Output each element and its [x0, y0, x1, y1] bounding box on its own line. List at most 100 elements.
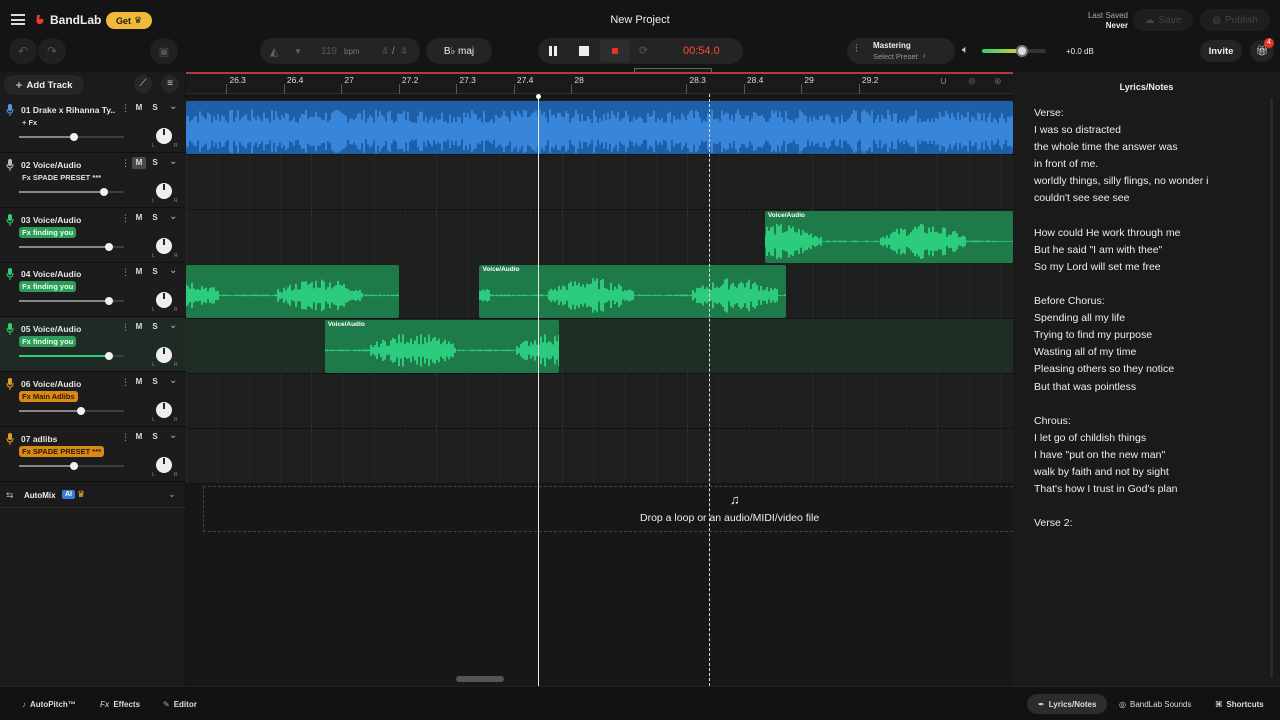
shortcuts-button[interactable]: ⌘ Shortcuts: [1215, 696, 1264, 712]
solo-button[interactable]: S: [148, 157, 162, 169]
timeline-ruler[interactable]: 26.3 26.4 27 27.2 27.3 27.4 28 28.3 28.4 29 29.2 ∪…: [186, 72, 1013, 94]
menu-icon[interactable]: [11, 14, 25, 25]
fit-view-button[interactable]: ▣: [150, 38, 178, 64]
mute-button[interactable]: M: [132, 212, 146, 224]
volume-slider-knob[interactable]: [100, 187, 109, 196]
track-name[interactable]: 06 Voice/Audio: [21, 379, 115, 389]
add-track-button[interactable]: + Add Track: [4, 75, 84, 95]
chevron-down-icon[interactable]: ⌄: [169, 101, 177, 112]
track-name[interactable]: 04 Voice/Audio: [21, 269, 115, 279]
master-volume-knob[interactable]: [1015, 45, 1028, 57]
undo-button[interactable]: ↶: [9, 38, 37, 64]
track-lane[interactable]: [186, 428, 1013, 484]
fx-badge[interactable]: + Fx: [19, 117, 40, 128]
track-options-icon[interactable]: ⋮: [121, 377, 130, 388]
automix-row[interactable]: ⇆ AutoMix AI ♛ ⌄: [0, 484, 186, 508]
volume-slider-knob[interactable]: [105, 242, 114, 251]
track-volume-slider[interactable]: [19, 133, 124, 141]
volume-slider-knob[interactable]: [69, 461, 78, 470]
mute-button[interactable]: M: [132, 266, 146, 278]
track-settings-button[interactable]: ≡: [161, 75, 179, 93]
fx-badge[interactable]: Fx Main Adlibs: [19, 391, 78, 402]
track-name[interactable]: 05 Voice/Audio: [21, 324, 115, 334]
panel-scrollbar[interactable]: [1270, 98, 1273, 678]
track-options-icon[interactable]: ⋮: [121, 103, 130, 114]
track-name[interactable]: 02 Voice/Audio: [21, 160, 115, 170]
stop-button[interactable]: [579, 46, 589, 56]
bandlab-sounds-button[interactable]: ◎ BandLab Sounds: [1119, 696, 1191, 712]
pause-button[interactable]: [548, 46, 558, 56]
track-volume-slider[interactable]: [19, 187, 124, 196]
mastering-button[interactable]: ⫶ Mastering Select Preset ›: [847, 38, 955, 64]
horizontal-scrollbar[interactable]: [456, 676, 504, 682]
pan-knob[interactable]: [156, 182, 172, 199]
fx-badge[interactable]: Fx finding you: [19, 281, 77, 293]
track-header[interactable]: 06 Voice/Audio ⋮ M S ⌄ Fx Main Adlibs L …: [0, 373, 186, 427]
pan-knob[interactable]: [156, 347, 172, 364]
mute-button[interactable]: M: [132, 156, 146, 169]
track-header[interactable]: 04 Voice/Audio ⋮ M S ⌄ Fx finding you L …: [0, 263, 186, 318]
track-options-icon[interactable]: ⋮: [121, 432, 130, 443]
solo-button[interactable]: S: [148, 321, 162, 333]
track-lane[interactable]: [186, 319, 1013, 375]
mute-button[interactable]: M: [132, 376, 146, 388]
invite-button[interactable]: Invite: [1200, 40, 1242, 62]
chevron-down-icon[interactable]: ⌄: [169, 375, 177, 386]
snap-magnet-button[interactable]: ∪: [940, 76, 947, 87]
volume-slider-knob[interactable]: [105, 352, 114, 361]
effects-button[interactable]: Fx Effects: [100, 696, 140, 712]
save-button[interactable]: ☁ Save: [1133, 9, 1193, 31]
track-header[interactable]: 05 Voice/Audio ⋮ M S ⌄ Fx finding you L …: [0, 318, 186, 373]
audio-clip[interactable]: Voice/Audio: [324, 320, 560, 373]
metronome-icon[interactable]: ◭: [270, 45, 278, 58]
key-selector[interactable]: B♭ maj: [426, 38, 492, 64]
zoom-in-button[interactable]: ⊕: [994, 76, 1002, 87]
redo-button[interactable]: ↷: [38, 38, 66, 64]
pan-knob[interactable]: [156, 456, 172, 473]
track-options-icon[interactable]: ⋮: [121, 267, 130, 278]
chevron-down-icon[interactable]: ⌄: [169, 320, 177, 331]
chevron-down-icon[interactable]: ⌄: [168, 489, 176, 500]
track-volume-slider[interactable]: [19, 461, 124, 470]
audio-clip[interactable]: [186, 101, 1013, 154]
audio-clip[interactable]: Voice/Audio: [479, 265, 787, 319]
time-sig-numerator[interactable]: 4: [382, 46, 388, 57]
track-options-icon[interactable]: ⋮: [121, 322, 130, 333]
solo-button[interactable]: S: [148, 431, 162, 443]
record-button[interactable]: [600, 40, 630, 62]
fx-badge[interactable]: Fx finding you: [19, 336, 77, 348]
autopitch-button[interactable]: ♪ AutoPitch™: [22, 696, 76, 712]
track-volume-slider[interactable]: [19, 297, 124, 306]
automation-button[interactable]: ⟋: [134, 75, 152, 93]
audio-clip[interactable]: Voice/Audio: [764, 210, 1013, 264]
arrangement-area[interactable]: Voice/Audio Voice/Audio Voice/Audio: [186, 94, 1013, 686]
volume-slider-knob[interactable]: [76, 407, 85, 415]
track-lane[interactable]: [186, 154, 1013, 210]
pan-knob[interactable]: [156, 402, 172, 418]
speaker-icon[interactable]: 🔈︎: [962, 44, 969, 57]
track-name[interactable]: 03 Voice/Audio: [21, 215, 115, 225]
lyrics-notes-button[interactable]: ✒ Lyrics/Notes: [1027, 694, 1108, 714]
fx-badge[interactable]: Fx SPADE PRESET ***: [19, 445, 105, 457]
volume-slider-knob[interactable]: [69, 133, 78, 141]
track-name[interactable]: 07 adlibs: [21, 434, 115, 444]
track-options-icon[interactable]: ⋮: [121, 213, 130, 224]
editor-button[interactable]: ✎ Editor: [163, 696, 197, 712]
track-name[interactable]: 01 Drake x Rihanna Ty...: [21, 105, 115, 115]
bpm-value[interactable]: 119: [321, 46, 337, 57]
track-volume-slider[interactable]: [19, 242, 124, 251]
master-volume-slider[interactable]: [982, 45, 1046, 57]
chevron-down-icon[interactable]: ⌄: [169, 430, 177, 441]
loop-icon[interactable]: ⟳: [639, 44, 648, 57]
solo-button[interactable]: S: [148, 212, 162, 224]
volume-slider-knob[interactable]: [105, 297, 114, 306]
chevron-down-icon[interactable]: ⌄: [169, 211, 177, 222]
track-header[interactable]: 07 adlibs ⋮ M S ⌄ Fx SPADE PRESET *** L …: [0, 427, 186, 482]
fx-badge[interactable]: Fx SPADE PRESET ***: [19, 172, 104, 183]
get-membership-button[interactable]: Get ♛: [106, 12, 152, 29]
fx-badge[interactable]: Fx finding you: [19, 226, 77, 238]
drop-zone[interactable]: ♫ Drop a loop or an audio/MIDI/video fil…: [203, 486, 1013, 532]
mute-button[interactable]: M: [132, 321, 146, 333]
track-header[interactable]: 03 Voice/Audio ⋮ M S ⌄ Fx finding you L …: [0, 208, 186, 263]
track-volume-slider[interactable]: [19, 407, 124, 415]
